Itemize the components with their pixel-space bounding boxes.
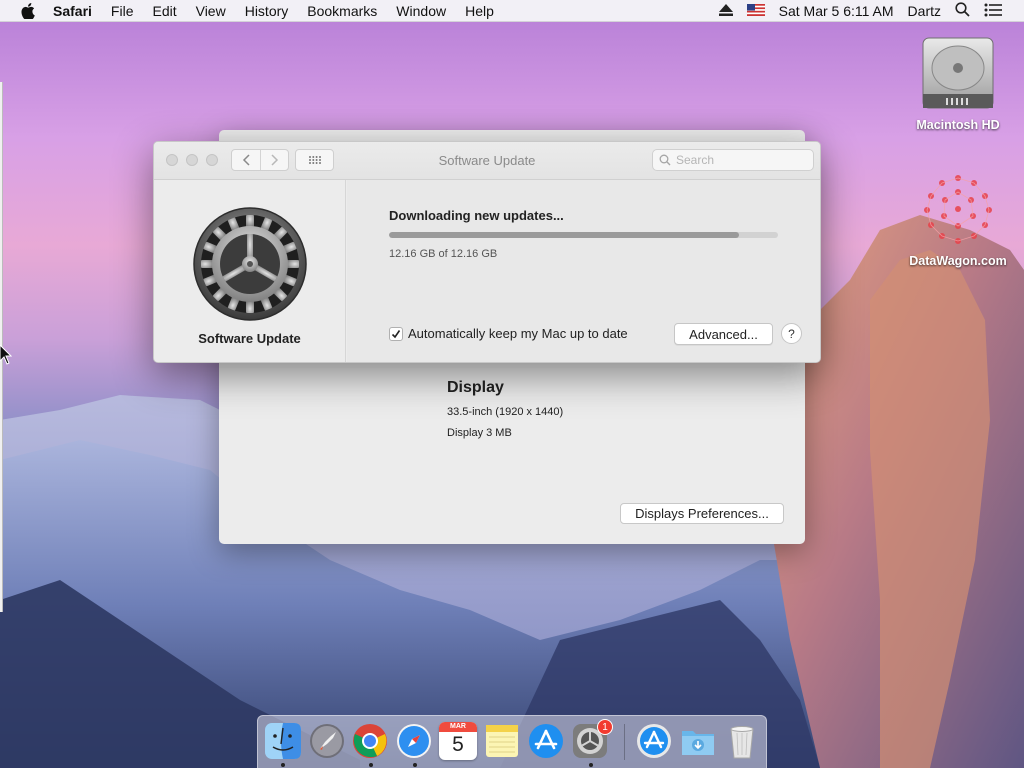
download-progress-fill (389, 232, 740, 238)
safari-icon[interactable] (395, 722, 433, 760)
displays-preferences-button[interactable]: Displays Preferences... (620, 503, 784, 524)
download-progress-bar (389, 232, 778, 238)
app-store-icon[interactable] (527, 722, 565, 760)
search-icon (659, 154, 671, 166)
datawagon-logo-icon (924, 175, 992, 244)
display-spec: 33.5-inch (1920 x 1440) (447, 406, 564, 418)
downloads-folder-icon[interactable] (679, 722, 717, 760)
menu-help[interactable]: Help (465, 3, 494, 19)
calendar-day: 5 (452, 733, 464, 756)
menu-history[interactable]: History (245, 3, 289, 19)
running-indicator (413, 763, 417, 767)
menu-view[interactable]: View (196, 3, 226, 19)
dock: MAR 5 1 (257, 715, 767, 768)
software-update-gear-icon (193, 207, 307, 321)
menu-window[interactable]: Window (396, 3, 446, 19)
notification-badge: 1 (597, 719, 613, 735)
software-update-window: Software Update Search Software Update D… (153, 141, 821, 363)
auto-update-checkbox[interactable] (389, 326, 403, 341)
display-memory: Display 3 MB (447, 427, 512, 439)
hard-drive-icon (922, 37, 994, 109)
search-field[interactable] (652, 149, 814, 171)
chrome-icon[interactable] (351, 722, 389, 760)
menu-user[interactable]: Dartz (908, 3, 941, 19)
notification-center-icon[interactable] (984, 3, 1002, 20)
pane-sidebar: Software Update (154, 180, 346, 362)
checkmark-icon (391, 329, 401, 338)
notes-icon[interactable] (483, 722, 521, 760)
app-store-download-icon[interactable] (635, 722, 673, 760)
running-indicator (369, 763, 373, 767)
us-flag-input-icon[interactable] (746, 3, 765, 19)
pane-label: Software Update (198, 331, 301, 346)
desktop-icon-datawagon[interactable]: DataWagon.com (900, 170, 1016, 268)
calendar-month: MAR (439, 722, 477, 732)
desktop-icon-label: DataWagon.com (909, 254, 1007, 268)
desktop-icon-label: Macintosh HD (916, 118, 1000, 132)
auto-update-row: Automatically keep my Mac up to date (389, 326, 628, 341)
menu-bar: Safari File Edit View History Bookmarks … (0, 0, 1024, 22)
desktop-icon-macintosh-hd[interactable]: Macintosh HD (908, 34, 1008, 132)
pane-content: Downloading new updates... 12.16 GB of 1… (347, 180, 820, 362)
search-input[interactable] (676, 153, 806, 167)
help-button[interactable]: ? (781, 323, 802, 344)
running-indicator (589, 763, 593, 767)
menu-clock[interactable]: Sat Mar 5 6:11 AM (779, 3, 894, 19)
spotlight-search-icon[interactable] (955, 2, 970, 20)
launchpad-icon[interactable] (308, 722, 346, 760)
auto-update-label: Automatically keep my Mac up to date (408, 326, 628, 341)
download-status: Downloading new updates... (389, 208, 564, 223)
menu-bookmarks[interactable]: Bookmarks (307, 3, 377, 19)
menu-file[interactable]: File (111, 3, 134, 19)
mouse-cursor (0, 345, 12, 365)
running-indicator (281, 763, 285, 767)
menu-app-safari[interactable]: Safari (53, 3, 92, 19)
window-toolbar: Software Update (154, 142, 820, 180)
download-size: 12.16 GB of 12.16 GB (389, 248, 498, 260)
dock-separator (624, 724, 625, 760)
apple-menu-icon[interactable] (21, 2, 35, 19)
trash-icon[interactable] (723, 722, 761, 760)
calendar-icon[interactable]: MAR 5 (439, 722, 477, 760)
finder-icon[interactable] (264, 722, 302, 760)
eject-icon[interactable] (718, 3, 733, 19)
advanced-button[interactable]: Advanced... (674, 323, 773, 345)
menu-edit[interactable]: Edit (152, 3, 176, 19)
status-area: Sat Mar 5 6:11 AM Dartz (718, 0, 1024, 22)
display-title: Display (447, 379, 504, 396)
